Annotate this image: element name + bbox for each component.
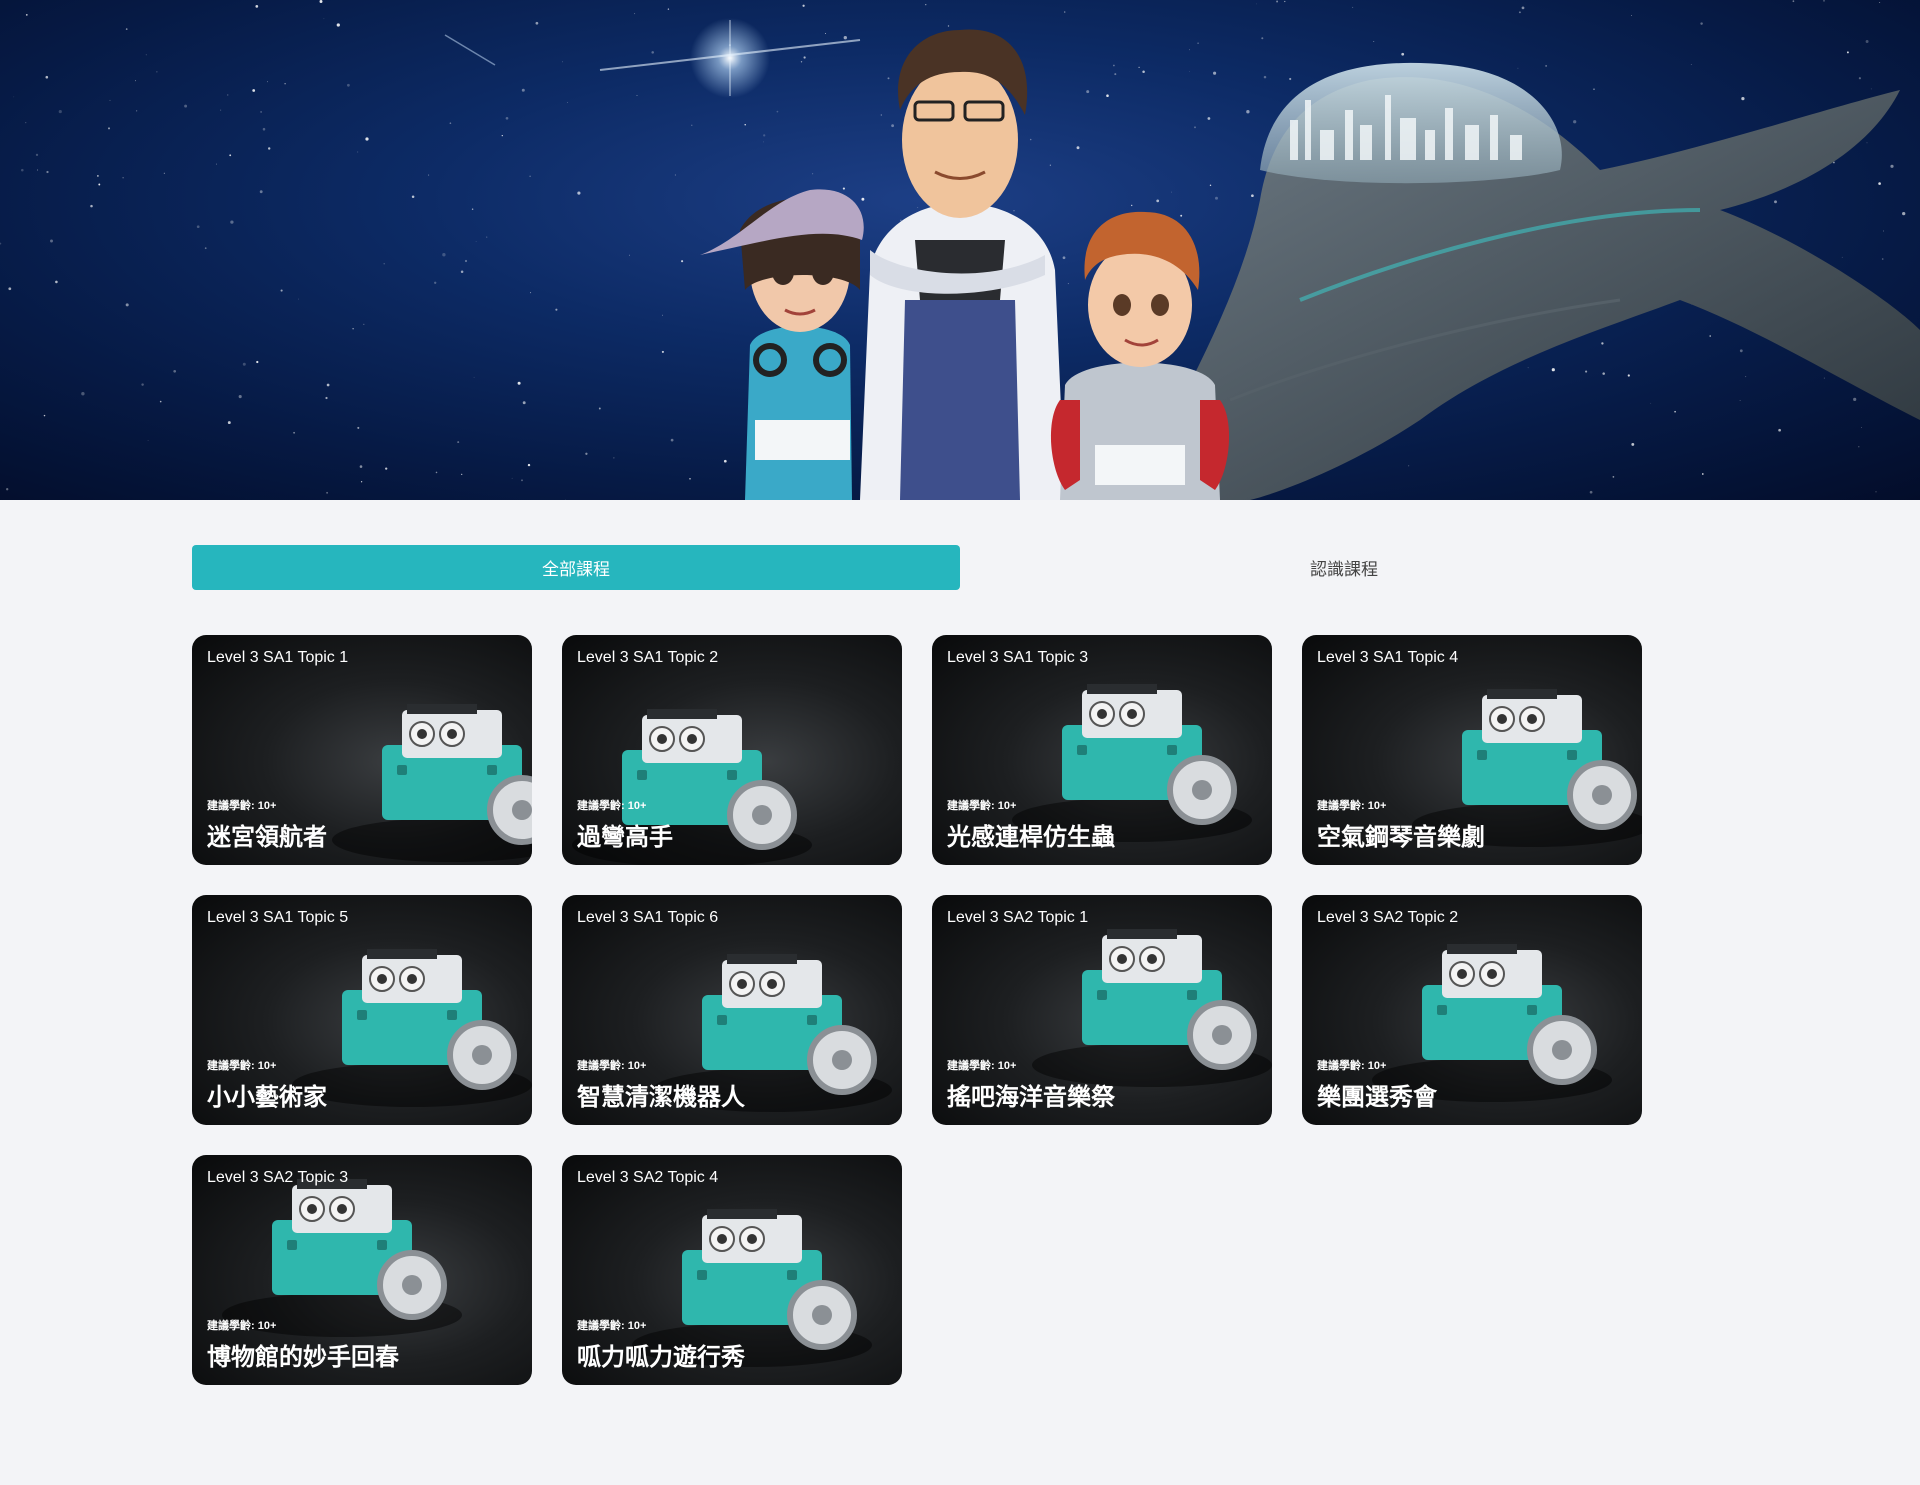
course-title: 呱力呱力遊行秀	[577, 1343, 745, 1371]
course-card[interactable]: Level 3 SA1 Topic 4 建議學齡: 10+ 空氣鋼琴音樂劇	[1302, 635, 1642, 865]
course-topic: Level 3 SA1 Topic 1	[207, 649, 349, 666]
course-age: 建議學齡: 10+	[577, 1320, 647, 1332]
course-topic: Level 3 SA2 Topic 3	[207, 1169, 349, 1186]
course-title: 樂團選秀會	[1317, 1083, 1437, 1111]
course-topic: Level 3 SA2 Topic 1	[947, 909, 1089, 926]
course-grid: Level 3 SA1 Topic 1 建議學齡: 10+ 迷宮領航者 Leve…	[192, 635, 1642, 1385]
course-card[interactable]: Level 3 SA1 Topic 2 建議學齡: 10+ 過彎高手	[562, 635, 902, 865]
course-topic: Level 3 SA1 Topic 4	[1317, 649, 1459, 666]
course-age: 建議學齡: 10+	[577, 800, 647, 812]
course-topic: Level 3 SA2 Topic 4	[577, 1169, 719, 1186]
course-card[interactable]: Level 3 SA2 Topic 1 建議學齡: 10+ 搖吧海洋音樂祭	[932, 895, 1272, 1125]
course-age: 建議學齡: 10+	[207, 1060, 277, 1072]
course-title: 博物館的妙手回春	[207, 1343, 399, 1371]
course-topic: Level 3 SA2 Topic 2	[1317, 909, 1459, 926]
course-age: 建議學齡: 10+	[947, 1060, 1017, 1072]
course-topic: Level 3 SA1 Topic 5	[207, 909, 349, 926]
hero-banner	[0, 0, 1920, 500]
course-card[interactable]: Level 3 SA2 Topic 4 建議學齡: 10+ 呱力呱力遊行秀	[562, 1155, 902, 1385]
course-card[interactable]: Level 3 SA1 Topic 5 建議學齡: 10+ 小小藝術家	[192, 895, 532, 1125]
course-topic: Level 3 SA1 Topic 3	[947, 649, 1089, 666]
course-card[interactable]: Level 3 SA2 Topic 3 建議學齡: 10+ 博物館的妙手回春	[192, 1155, 532, 1385]
course-card[interactable]: Level 3 SA1 Topic 1 建議學齡: 10+ 迷宮領航者	[192, 635, 532, 865]
course-age: 建議學齡: 10+	[947, 800, 1017, 812]
course-card[interactable]: Level 3 SA2 Topic 2 建議學齡: 10+ 樂團選秀會	[1302, 895, 1642, 1125]
course-title: 空氣鋼琴音樂劇	[1317, 823, 1485, 851]
course-title: 搖吧海洋音樂祭	[947, 1083, 1115, 1111]
course-title: 小小藝術家	[207, 1083, 327, 1111]
course-card[interactable]: Level 3 SA1 Topic 3 建議學齡: 10+ 光感連桿仿生蟲	[932, 635, 1272, 865]
course-age: 建議學齡: 10+	[577, 1060, 647, 1072]
course-title: 過彎高手	[577, 823, 673, 851]
course-title: 智慧清潔機器人	[577, 1083, 745, 1111]
hero-illustration	[0, 0, 1920, 500]
course-title: 迷宮領航者	[207, 823, 327, 851]
course-card[interactable]: Level 3 SA1 Topic 6 建議學齡: 10+ 智慧清潔機器人	[562, 895, 902, 1125]
course-title: 光感連桿仿生蟲	[947, 823, 1115, 851]
course-tabs: 全部課程 認識課程	[192, 545, 1728, 590]
course-age: 建議學齡: 10+	[1317, 800, 1387, 812]
course-topic: Level 3 SA1 Topic 6	[577, 909, 719, 926]
course-age: 建議學齡: 10+	[207, 1320, 277, 1332]
course-topic: Level 3 SA1 Topic 2	[577, 649, 719, 666]
course-age: 建議學齡: 10+	[1317, 1060, 1387, 1072]
tab-all-courses[interactable]: 全部課程	[192, 545, 960, 590]
tab-about-courses[interactable]: 認識課程	[960, 545, 1728, 590]
course-age: 建議學齡: 10+	[207, 800, 277, 812]
